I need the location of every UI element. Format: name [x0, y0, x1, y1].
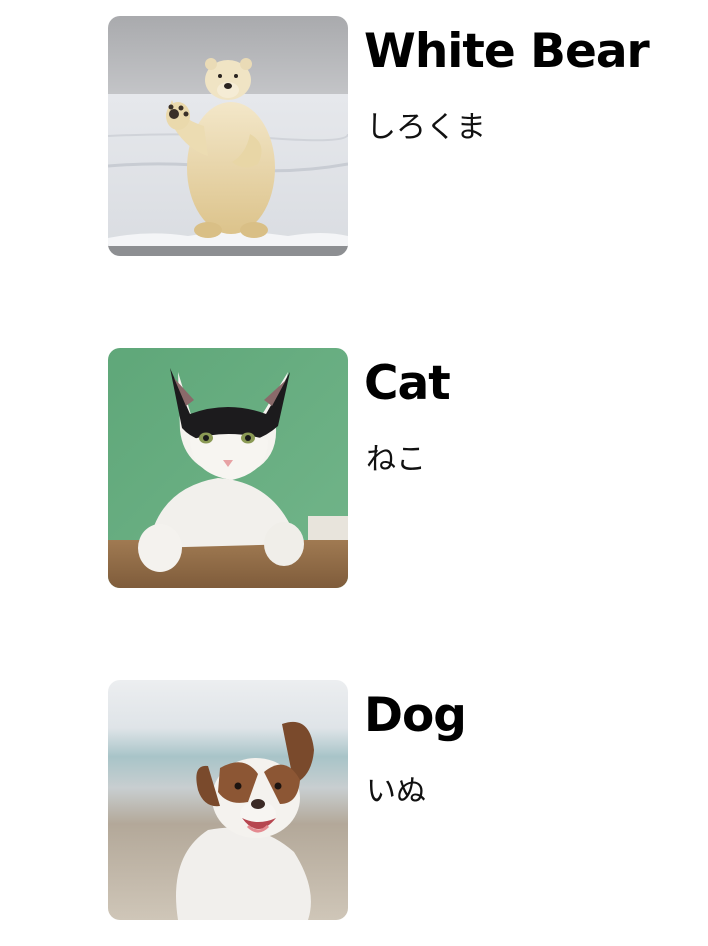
polar-bear-image: [108, 16, 348, 256]
list-item-white-bear[interactable]: White Bear しろくま: [108, 16, 688, 256]
animal-list: White Bear しろくま Cat ねこ Dog いぬ: [0, 0, 708, 946]
dog-image: [108, 680, 348, 920]
item-subtitle: しろくま: [366, 110, 486, 145]
item-title: White Bear: [364, 24, 650, 79]
cat-image: [108, 348, 348, 588]
item-subtitle: ねこ: [366, 442, 426, 477]
list-item-dog[interactable]: Dog いぬ: [108, 680, 688, 920]
list-item-cat[interactable]: Cat ねこ: [108, 348, 688, 588]
item-title: Cat: [364, 356, 451, 411]
item-subtitle: いぬ: [366, 774, 426, 809]
item-title: Dog: [364, 688, 467, 743]
